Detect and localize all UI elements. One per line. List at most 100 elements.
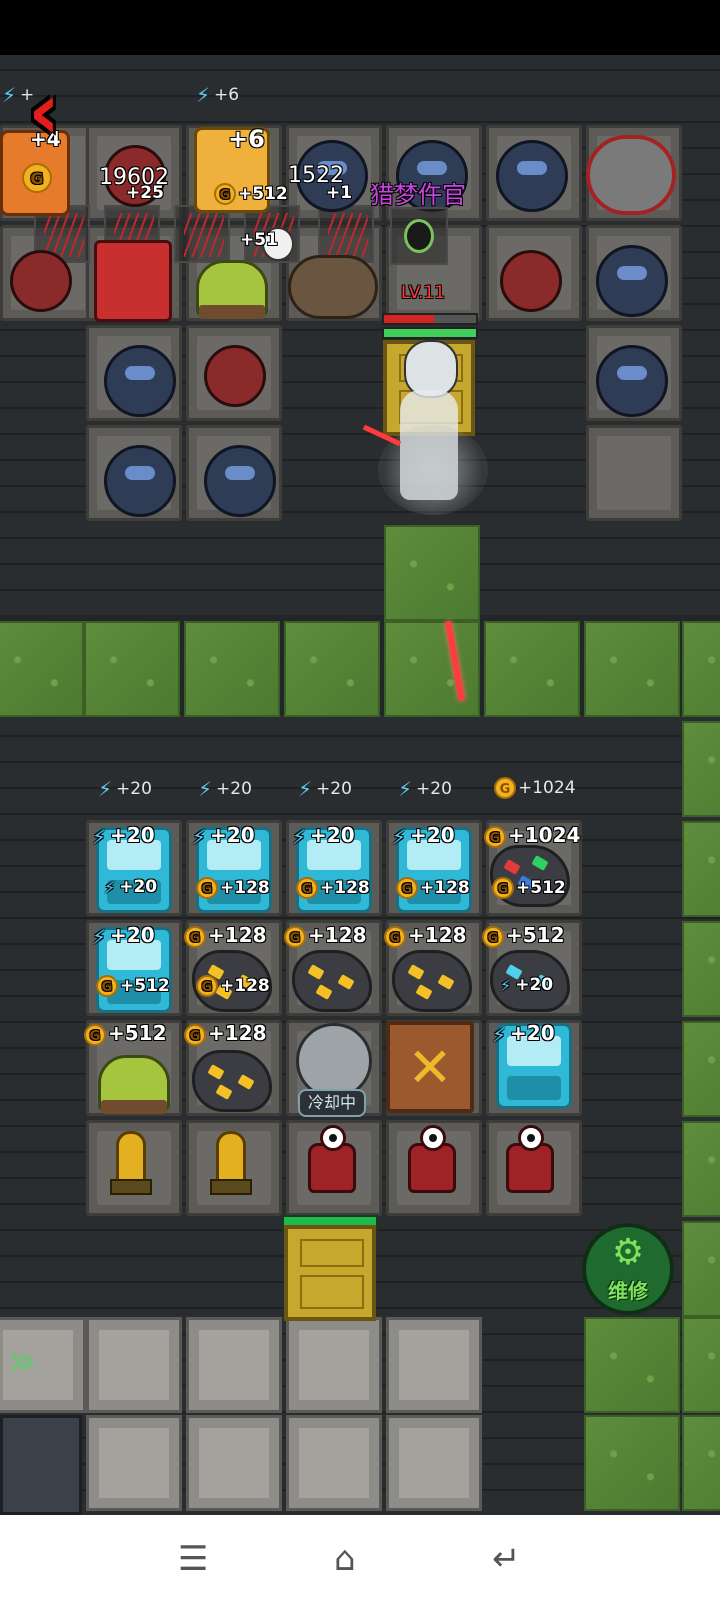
coin-icon: G xyxy=(296,877,318,899)
repair-button[interactable]: ⚙ 维修 xyxy=(582,1223,674,1315)
back-arrow-icon[interactable]: ‹ xyxy=(28,73,60,151)
grass-tile xyxy=(682,821,720,917)
bolt-icon: ⚡ xyxy=(392,824,407,849)
repair-label: 维修 xyxy=(608,1279,648,1303)
blue-turret[interactable] xyxy=(596,345,668,417)
green-chevron-icon: » xyxy=(8,1335,37,1386)
coin-icon: G xyxy=(284,925,306,948)
stone-tile xyxy=(286,1415,382,1511)
bolt-icon: ⚡ xyxy=(98,777,113,801)
blue-turret[interactable] xyxy=(104,345,176,417)
coin-icon: G xyxy=(214,183,236,205)
coin-icon: G xyxy=(196,975,218,997)
red-sentry[interactable] xyxy=(502,1125,558,1199)
red-speaker[interactable] xyxy=(10,250,72,312)
coin-icon: G xyxy=(196,877,218,899)
coin-icon: G xyxy=(484,825,506,848)
door-shield-bar xyxy=(382,327,478,339)
bolt-label: ⚡ +6 xyxy=(196,83,240,107)
gold-ore[interactable] xyxy=(192,1050,272,1112)
bolt-icon: ⚡ xyxy=(398,777,413,801)
cooldown-machine[interactable] xyxy=(296,1023,372,1099)
game-board[interactable]: » ⚡ + ⚡ +6 ‹ +4 +6 +25 G +512 +51 +1 G 1… xyxy=(0,55,720,1515)
red-speaker[interactable] xyxy=(500,250,562,312)
grass-tile xyxy=(682,1021,720,1117)
boss-portrait[interactable] xyxy=(390,207,448,265)
income-label: ⚡ +20 xyxy=(92,923,155,949)
room-door[interactable] xyxy=(284,1225,376,1321)
income-label: ⚡ +20 xyxy=(98,777,152,801)
grass-tile xyxy=(682,1317,720,1413)
golden-statue[interactable] xyxy=(206,1125,256,1201)
cooldown-badge: 冷却中 xyxy=(298,1089,366,1117)
stone-tile xyxy=(86,1317,182,1413)
bolt-icon: ⚡ xyxy=(292,824,307,849)
income-sublabel: G +128 xyxy=(196,877,270,899)
blue-turret[interactable] xyxy=(204,445,276,517)
red-sentry[interactable] xyxy=(404,1125,460,1199)
back-icon[interactable]: ↵ xyxy=(492,1539,521,1579)
grass-tile xyxy=(184,621,280,717)
income-label: ⚡ +20 xyxy=(392,823,455,849)
red-speaker[interactable] xyxy=(204,345,266,407)
coin-icon: G xyxy=(494,777,516,799)
blue-turret[interactable] xyxy=(496,140,568,212)
red-machine[interactable] xyxy=(94,240,172,322)
income-label: ⚡ +20 xyxy=(292,823,355,849)
green-bed[interactable] xyxy=(98,1055,170,1114)
coin-icon: G xyxy=(22,163,52,193)
income-label: ⚡ +20 xyxy=(398,777,452,801)
metal-panel xyxy=(0,1415,82,1515)
coin-icon: G xyxy=(84,1023,106,1046)
gem-counter: 1522 xyxy=(288,163,344,188)
grass-tile xyxy=(682,921,720,1017)
toolbox[interactable]: ✕ xyxy=(386,1021,474,1113)
coin-icon: G xyxy=(184,925,206,948)
income-sublabel: ⚡ +20 xyxy=(104,877,158,897)
coin-icon: G xyxy=(492,877,514,899)
bolt-icon: ⚡ xyxy=(198,777,213,801)
grass-tile xyxy=(384,621,480,717)
stone-tile xyxy=(186,1317,282,1413)
golden-statue[interactable] xyxy=(106,1125,156,1201)
claw-slot[interactable] xyxy=(174,205,230,263)
income-sublabel: G +128 xyxy=(196,975,270,997)
grass-tile xyxy=(682,621,720,717)
bolt-icon: ⚡ xyxy=(104,877,116,897)
bolt-icon: ⚡ xyxy=(298,777,313,801)
income-label: G +512 xyxy=(482,923,565,948)
gold-ore[interactable] xyxy=(392,950,472,1012)
hay-nest[interactable] xyxy=(288,255,378,319)
income-label: G +512 xyxy=(84,1021,167,1046)
income-sublabel: ⚡ +20 xyxy=(500,975,554,995)
boss-level: LV.11 xyxy=(401,283,446,303)
menu-icon[interactable]: ☰ xyxy=(178,1539,208,1579)
bolt-icon: ⚡ xyxy=(92,924,107,949)
income-sublabel: G +512 xyxy=(492,877,566,899)
grey-drill-machine[interactable] xyxy=(586,135,676,215)
blue-turret[interactable] xyxy=(596,245,668,317)
coin-icon: G xyxy=(384,925,406,948)
grass-tile xyxy=(284,621,380,717)
stone-tile xyxy=(186,1415,282,1511)
coin-icon: G xyxy=(184,1023,206,1046)
income-label: G +128 xyxy=(384,923,467,948)
stone-tile xyxy=(386,1415,482,1511)
gold-ore[interactable] xyxy=(292,950,372,1012)
bolt-icon: ⚡ xyxy=(196,83,211,107)
door-hp-fill xyxy=(384,315,434,323)
income-label: ⚡ +20 xyxy=(492,1021,555,1047)
income-label: G +128 xyxy=(184,1021,267,1046)
income-sublabel: G +128 xyxy=(396,877,470,899)
boss-face xyxy=(404,219,434,253)
green-bed[interactable] xyxy=(196,260,268,319)
blue-turret[interactable] xyxy=(104,445,176,517)
home-icon[interactable]: ⌂ xyxy=(334,1539,356,1579)
golden-statue[interactable] xyxy=(602,435,652,511)
sub-label: +51 xyxy=(240,230,278,250)
red-sentry[interactable] xyxy=(304,1125,360,1199)
grass-tile xyxy=(682,721,720,817)
coin-icon: G xyxy=(482,925,504,948)
bolt-icon: ⚡ xyxy=(92,824,107,849)
income-label: G +128 xyxy=(184,923,267,948)
